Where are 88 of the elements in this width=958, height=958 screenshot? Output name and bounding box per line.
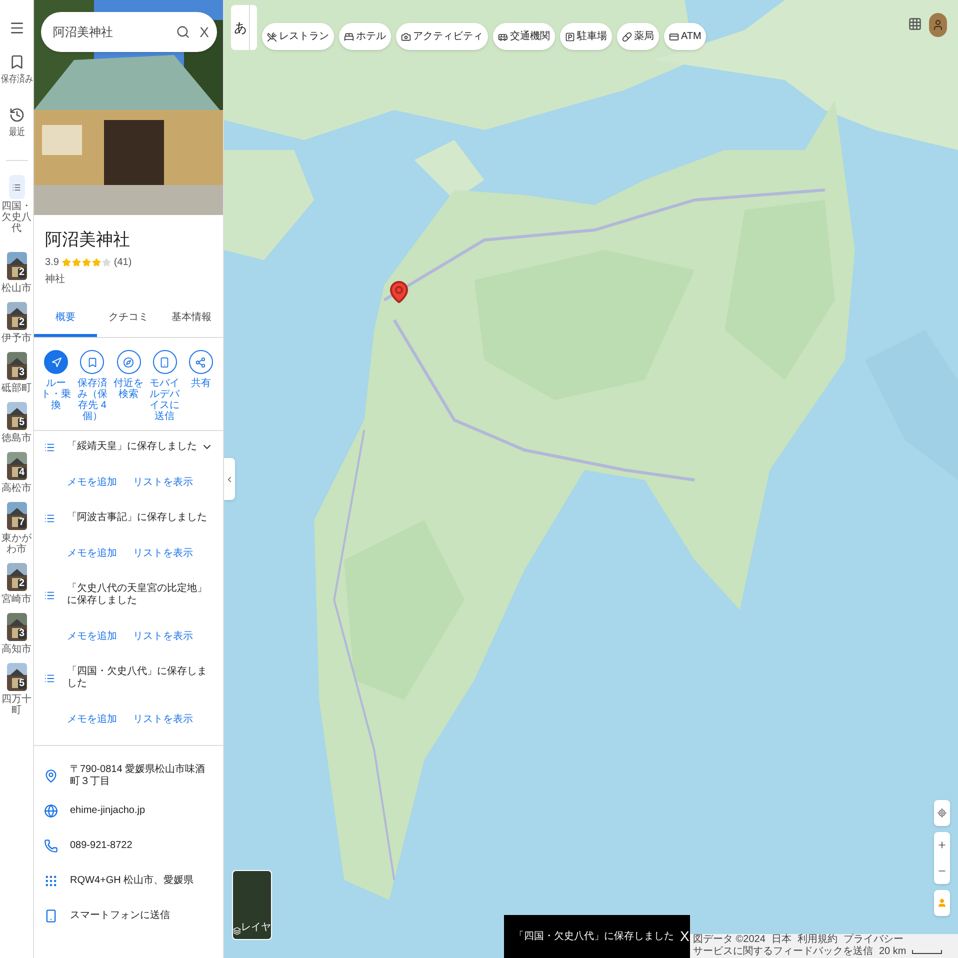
- info-text[interactable]: 〒790-0814 愛媛県松山市味酒町３丁目: [70, 764, 213, 788]
- link[interactable]: メモを追加: [67, 475, 117, 490]
- star-icon: [82, 258, 91, 267]
- tab[interactable]: クチコミ: [97, 301, 160, 337]
- rail-label[interactable]: 砥部町: [0, 383, 34, 394]
- apps-grid-icon[interactable]: [908, 17, 922, 31]
- rating-value: 3.9: [45, 256, 59, 270]
- tab[interactable]: 基本情報: [160, 301, 223, 337]
- scale-bar: [912, 950, 942, 954]
- restaurant-icon: [267, 32, 277, 42]
- link[interactable]: メモを追加: [67, 629, 117, 644]
- rail-label[interactable]: 四万十町: [0, 694, 34, 716]
- rail-label[interactable]: 最近: [8, 127, 24, 138]
- link[interactable]: リストを表示: [133, 475, 193, 490]
- link[interactable]: リストを表示: [133, 546, 193, 561]
- person-icon: [937, 898, 947, 908]
- action-button[interactable]: 付近を検索: [110, 350, 147, 422]
- scale-label[interactable]: 20 km: [879, 946, 906, 958]
- rail-label[interactable]: 高知市: [0, 644, 34, 655]
- footer-link[interactable]: プライバシー: [843, 934, 904, 946]
- rail-label[interactable]: 保存済み: [0, 74, 32, 85]
- save-icon: [86, 356, 98, 368]
- saved-message: 「綏靖天皇」に保存しました: [67, 441, 198, 453]
- saved-message: 「阿波古事記」に保存しました: [67, 512, 208, 524]
- plus-icon: [937, 840, 947, 850]
- list-icon: [44, 590, 55, 600]
- footer-link[interactable]: 日本: [771, 934, 792, 946]
- device-icon: [44, 908, 58, 922]
- star-icon: [92, 258, 101, 267]
- directions-icon: [50, 356, 62, 368]
- parking-icon: [565, 32, 575, 42]
- toast-message: 「四国・欠史八代」に保存しました: [514, 930, 674, 944]
- info-text[interactable]: RQW4+GH 松山市、愛媛県: [70, 874, 213, 886]
- rail-label[interactable]: 宮崎市: [0, 594, 34, 605]
- website-icon: [44, 804, 58, 818]
- link[interactable]: リストを表示: [133, 629, 193, 644]
- category-chip[interactable]: アクティビティ: [396, 23, 488, 50]
- saved-message: 「欠史八代の天皇宮の比定地」に保存しました: [67, 583, 208, 607]
- locate-icon: [937, 808, 947, 818]
- menu-icon[interactable]: [8, 20, 24, 36]
- pharmacy-icon: [622, 32, 632, 42]
- list-icon: [44, 672, 55, 684]
- rail-label[interactable]: 松山市: [0, 283, 34, 294]
- category-chip[interactable]: 駐車場: [560, 23, 612, 50]
- close-button[interactable]: X: [680, 926, 690, 947]
- share-icon: [195, 356, 206, 368]
- my-location-button[interactable]: [934, 800, 950, 826]
- category-chip[interactable]: ホテル: [339, 23, 391, 50]
- tab[interactable]: 概要: [34, 301, 97, 337]
- bookmark-icon[interactable]: [8, 54, 24, 70]
- input-tool-button[interactable]: あ: [231, 5, 257, 50]
- category-chip[interactable]: 交通機関: [493, 23, 555, 50]
- info-text[interactable]: ehime-jinjacho.jp: [70, 804, 213, 816]
- rail-label[interactable]: 東かがわ市: [0, 533, 34, 555]
- saved-message: 「四国・欠史八代」に保存しました: [67, 666, 208, 690]
- address-icon: [44, 768, 58, 782]
- action-button[interactable]: ルート・乗換: [38, 350, 74, 422]
- layers-button[interactable]: レイヤ: [232, 870, 272, 940]
- star-icon: [62, 258, 71, 267]
- rail-label[interactable]: 伊予市: [0, 333, 34, 344]
- layers-icon: [233, 927, 241, 935]
- rail-label[interactable]: 徳島市: [0, 433, 34, 444]
- action-button[interactable]: モバイルデバイスに送信: [146, 350, 183, 422]
- info-text[interactable]: 089-921-8722: [70, 840, 213, 852]
- link[interactable]: メモを追加: [67, 712, 117, 727]
- star-icon: [102, 258, 111, 267]
- rail-label[interactable]: 高松市: [0, 483, 34, 494]
- category-chip[interactable]: レストラン: [262, 23, 334, 50]
- hotel-icon: [344, 32, 354, 42]
- link[interactable]: メモを追加: [67, 546, 117, 561]
- rail-label[interactable]: 四国・欠史八代: [0, 201, 34, 234]
- info-text[interactable]: スマートフォンに送信: [70, 910, 213, 922]
- action-button[interactable]: 保存済み（保存先 4 個）: [74, 350, 110, 422]
- history-icon[interactable]: [8, 107, 24, 123]
- place-name: 阿沼美神社: [45, 229, 131, 251]
- place-category[interactable]: 神社: [45, 272, 212, 287]
- star-icon: [72, 258, 81, 267]
- list-icon: [44, 512, 55, 524]
- footer-link[interactable]: 利用規約: [797, 934, 838, 946]
- list-icon: [44, 442, 55, 452]
- chevron-left-icon: [225, 474, 234, 484]
- phone-icon: [44, 838, 58, 852]
- list-icon[interactable]: [8, 175, 24, 199]
- footer-link[interactable]: サービスに関するフィードバックを送信: [693, 946, 873, 958]
- review-count[interactable]: (41): [114, 255, 132, 270]
- action-button[interactable]: 共有: [182, 350, 220, 422]
- link[interactable]: リストを表示: [133, 712, 193, 727]
- place-marker-icon[interactable]: [387, 280, 411, 304]
